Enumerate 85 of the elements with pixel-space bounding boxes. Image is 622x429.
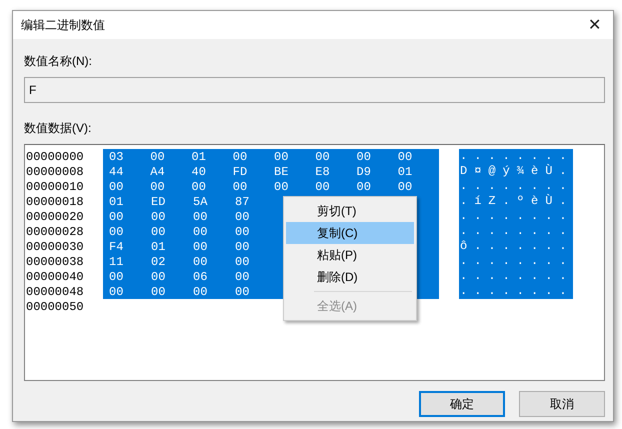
hex-byte: 01 — [109, 194, 124, 208]
hex-byte: 00 — [151, 270, 166, 284]
hex-byte: 01 — [192, 150, 207, 164]
hex-byte: 5A — [193, 194, 208, 208]
hex-byte: 00 — [151, 210, 166, 224]
hex-byte: 00 — [109, 210, 124, 224]
ascii-text: ........ — [459, 179, 573, 194]
cancel-button[interactable]: 取消 — [519, 391, 605, 417]
hex-byte: 02 — [151, 254, 166, 268]
offset-text: 00000050 — [25, 300, 85, 314]
hex-byte: 87 — [235, 194, 250, 208]
hex-byte: 00 — [109, 224, 124, 238]
hex-byte: 00 — [356, 180, 372, 194]
ascii-text: ........ — [459, 254, 573, 269]
hex-byte: 00 — [193, 224, 208, 238]
ascii-text: ........ — [459, 224, 573, 239]
value-name-field[interactable]: F — [24, 77, 605, 103]
hex-byte: 00 — [193, 210, 208, 224]
offset-text: 00000008 — [25, 164, 85, 178]
hex-byte: 00 — [109, 270, 124, 284]
hex-editor[interactable] — [24, 144, 605, 381]
hex-byte: 00 — [398, 180, 414, 194]
hex-byte: 00 — [235, 270, 250, 284]
ascii-text: ô....... — [459, 239, 573, 254]
offset-text: 00000020 — [25, 210, 85, 224]
hex-byte: 00 — [315, 150, 331, 164]
hex-byte: F4 — [109, 240, 124, 254]
ascii-text: D¤@ý¾èÙ. — [459, 164, 573, 179]
hex-byte: FD — [232, 164, 248, 178]
hex-byte: 44 — [109, 164, 124, 178]
hex-byte: 00 — [232, 180, 248, 194]
offset-text: 00000018 — [25, 194, 85, 208]
hex-byte: BE — [274, 164, 290, 178]
hex-byte: 00 — [274, 150, 290, 164]
ascii-text: ........ — [459, 269, 573, 284]
menu-item[interactable]: 删除(D) — [286, 266, 414, 288]
hex-byte: ED — [151, 194, 166, 208]
menu-item[interactable]: 粘贴(P) — [286, 244, 414, 266]
hex-byte: 00 — [151, 284, 166, 298]
hex-byte: 00 — [193, 254, 208, 268]
hex-byte: 00 — [150, 180, 166, 194]
field-label: 数值名称(N): — [24, 53, 93, 70]
hex-byte: 00 — [398, 150, 414, 164]
ascii-text: ........ — [459, 209, 573, 224]
offset-text: 00000030 — [25, 240, 85, 254]
close-button[interactable]: ✕ — [584, 15, 605, 35]
hex-byte: 00 — [232, 150, 248, 164]
offset-text: 00000010 — [25, 180, 85, 194]
hex-byte: 00 — [315, 180, 331, 194]
hex-byte: 00 — [109, 180, 124, 194]
hex-byte: 00 — [109, 284, 124, 298]
hex-byte: 00 — [235, 210, 250, 224]
hex-byte: 00 — [150, 150, 166, 164]
hex-byte: 40 — [192, 164, 207, 178]
menu-item[interactable]: 剪切(T) — [286, 200, 414, 222]
ascii-text: ........ — [459, 149, 573, 164]
ascii-text: ........ — [459, 284, 573, 299]
offset-text: 00000040 — [25, 270, 85, 284]
offset-text: 00000028 — [25, 224, 85, 238]
hex-byte: 01 — [398, 164, 414, 178]
hex-byte: 06 — [193, 270, 208, 284]
hex-byte: 01 — [151, 240, 166, 254]
hex-byte: E8 — [315, 164, 331, 178]
hex-byte: 00 — [193, 284, 208, 298]
hex-byte: 00 — [356, 150, 372, 164]
hex-byte: 00 — [274, 180, 290, 194]
window-title: 编辑二进制数值 — [21, 16, 105, 34]
hex-byte: 00 — [193, 240, 208, 254]
hex-byte: 11 — [109, 254, 124, 268]
hex-byte: 03 — [109, 150, 124, 164]
hex-byte: D9 — [356, 164, 372, 178]
offset-text: 00000048 — [25, 284, 85, 298]
ok-button[interactable]: 确定 — [419, 391, 505, 417]
hex-byte: 00 — [235, 224, 250, 238]
hex-byte: 00 — [235, 240, 250, 254]
hex-byte: 00 — [151, 224, 166, 238]
field-label: 数值数据(V): — [24, 120, 92, 137]
hex-byte: 00 — [235, 254, 250, 268]
offset-text: 00000038 — [25, 254, 85, 268]
menu-item[interactable]: 复制(C) — [286, 222, 414, 244]
ascii-text: .íZ.ºèÙ. — [459, 194, 573, 209]
hex-byte: 00 — [192, 180, 207, 194]
hex-byte: 00 — [235, 284, 250, 298]
offset-text: 00000000 — [25, 150, 85, 164]
hex-byte: A4 — [150, 164, 166, 178]
